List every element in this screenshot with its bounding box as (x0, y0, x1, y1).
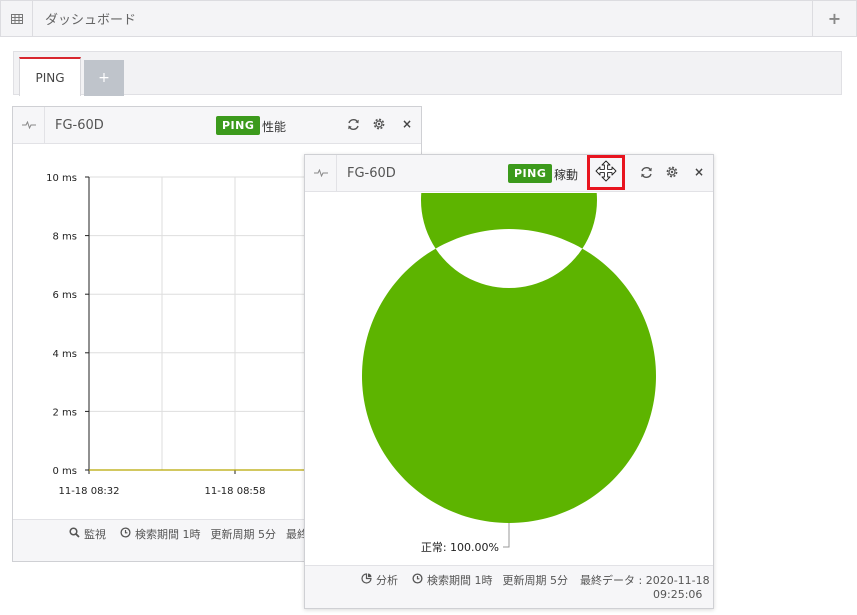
slice-data-label: 正常: 100.00% (421, 541, 499, 554)
clock-icon (412, 573, 423, 587)
clock-icon (120, 527, 131, 541)
refresh-icon[interactable] (345, 116, 361, 132)
dashboard-header: ダッシュボード + (0, 0, 857, 37)
ping-badge: PING (508, 164, 553, 183)
move-icon (595, 160, 617, 185)
ping-badge: PING (216, 116, 261, 135)
tab-ping[interactable]: PING (19, 57, 81, 96)
close-icon[interactable]: × (402, 117, 412, 131)
tab-add-button[interactable]: + (84, 60, 124, 96)
move-handle[interactable] (587, 155, 625, 190)
y-tick-label: 8 ms (53, 232, 78, 243)
analysis-link[interactable]: 分析 (376, 572, 398, 588)
update-interval: 更新周期 5分 (502, 574, 569, 587)
search-icon[interactable] (69, 527, 80, 541)
uptime-donut-chart: 正常: 100.00% (361, 193, 656, 554)
y-tick-label: 6 ms (53, 290, 78, 301)
device-name: FG-60D (55, 118, 104, 133)
refresh-icon[interactable] (638, 164, 654, 180)
add-dashboard-button[interactable]: + (812, 1, 856, 36)
dashboard-tabbar: PING + (13, 51, 842, 96)
tab-ping-label: PING (35, 70, 65, 85)
widget-header[interactable]: FG-60D PING 稼動 × (305, 155, 713, 192)
widget-header[interactable]: FG-60D PING 性能 × (13, 107, 421, 144)
update-interval: 更新周期 5分 (210, 528, 277, 541)
metric-label: 性能 (262, 120, 287, 134)
last-data-date: 最終データ : 2020-11-18 (580, 574, 710, 587)
analysis-icon[interactable] (361, 573, 372, 587)
pulse-icon (13, 107, 45, 143)
gear-icon[interactable] (664, 164, 680, 180)
grid-icon[interactable] (1, 1, 33, 36)
search-period: 検索期間 1時 (427, 574, 493, 587)
widget-footer: 分析 検索期間 1時 更新周期 5分 最終データ : 2020-11-18 09… (305, 565, 713, 608)
x-tick-label: 11-18 08:32 (58, 486, 119, 497)
tab-add-label: + (98, 70, 110, 86)
page-title: ダッシュボード (45, 13, 137, 28)
last-data-time: 09:25:06 (653, 588, 703, 601)
y-tick-label: 10 ms (46, 173, 77, 184)
gear-icon[interactable] (371, 116, 387, 132)
search-period: 検索期間 1時 (135, 528, 201, 541)
device-name: FG-60D (347, 166, 396, 181)
y-tick-label: 0 ms (53, 466, 78, 477)
close-icon[interactable]: × (694, 165, 704, 179)
monitor-link[interactable]: 監視 (84, 526, 106, 542)
metric-label: 稼動 (554, 168, 579, 182)
pulse-icon (305, 155, 337, 191)
widget-ping-uptime[interactable]: FG-60D PING 稼動 × 正常: 100.00% 分析 検索期間 1時 … (304, 154, 714, 609)
y-tick-label: 2 ms (53, 407, 78, 418)
slice-label-leader (503, 523, 510, 548)
y-tick-label: 4 ms (53, 349, 78, 360)
plus-icon: + (827, 9, 842, 28)
x-tick-label: 11-18 08:58 (204, 486, 265, 497)
